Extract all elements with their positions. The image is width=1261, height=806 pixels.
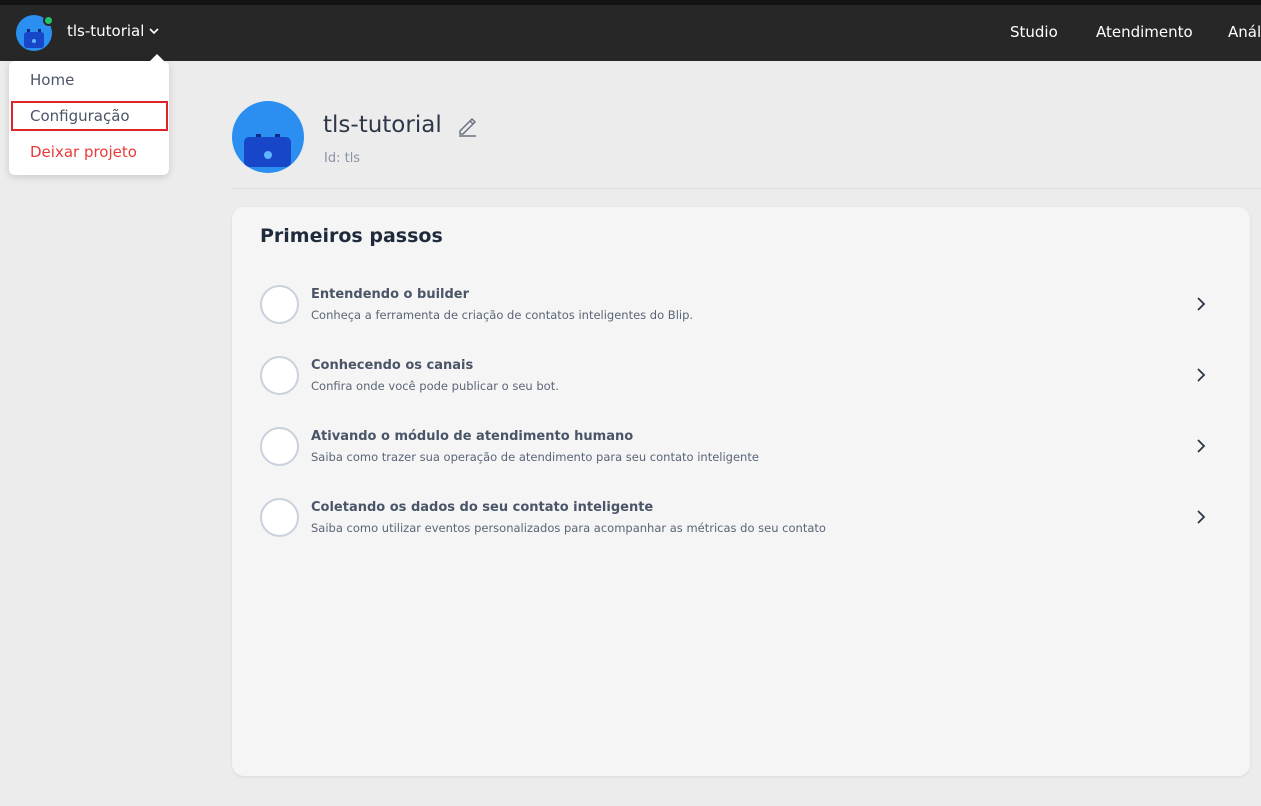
step-title: Entendendo o builder: [311, 287, 470, 302]
dropdown-caret: [149, 54, 165, 62]
step-description: Conheça a ferramenta de criação de conta…: [311, 308, 694, 322]
step-status-circle-icon: [260, 498, 299, 537]
getting-started-card: Primeiros passos Entendendo o builder Co…: [232, 207, 1250, 776]
edit-pencil-icon[interactable]: [456, 115, 478, 137]
step-description: Saiba como utilizar eventos personalizad…: [311, 521, 826, 535]
project-switcher[interactable]: tls-tutorial: [67, 22, 160, 40]
step-status-circle-icon: [260, 427, 299, 466]
step-item[interactable]: Conhecendo os canais Confira onde você p…: [232, 348, 1250, 408]
step-description: Confira onde você pode publicar o seu bo…: [311, 379, 559, 393]
nav-atendimento[interactable]: Atendimento: [1096, 23, 1193, 41]
top-navigation-bar: tls-tutorial Studio Atendimento Anál: [0, 5, 1261, 61]
nav-analytics[interactable]: Anál: [1228, 23, 1261, 41]
chevron-right-icon[interactable]: [1194, 366, 1208, 384]
online-status-icon: [43, 15, 54, 26]
step-title: Ativando o módulo de atendimento humano: [311, 429, 634, 444]
project-name-label: tls-tutorial: [67, 22, 145, 40]
step-status-circle-icon: [260, 356, 299, 395]
step-status-circle-icon: [260, 285, 299, 324]
avatar-light: [264, 151, 272, 159]
project-dropdown-menu: Home Configuração Deixar projeto: [9, 54, 169, 175]
bot-title: tls-tutorial: [323, 112, 442, 138]
step-item[interactable]: Coletando os dados do seu contato inteli…: [232, 490, 1250, 550]
chevron-right-icon[interactable]: [1194, 508, 1208, 526]
bot-id-label: Id: tls: [324, 151, 361, 166]
step-item[interactable]: Entendendo o builder Conheça a ferrament…: [232, 277, 1250, 337]
header-divider: [232, 188, 1261, 189]
step-item[interactable]: Ativando o módulo de atendimento humano …: [232, 419, 1250, 479]
step-title: Conhecendo os canais: [311, 358, 474, 373]
menu-item-configuracao[interactable]: Configuração: [30, 107, 130, 125]
chevron-down-icon: [149, 28, 159, 35]
bot-avatar-icon: [232, 101, 304, 173]
step-title: Coletando os dados do seu contato inteli…: [311, 500, 654, 515]
menu-item-home[interactable]: Home: [30, 71, 74, 89]
menu-item-deixar-projeto[interactable]: Deixar projeto: [30, 143, 137, 161]
step-description: Saiba como trazer sua operação de atendi…: [311, 450, 759, 464]
chevron-right-icon[interactable]: [1194, 437, 1208, 455]
avatar-light: [32, 39, 36, 43]
nav-studio[interactable]: Studio: [1010, 23, 1058, 41]
card-title: Primeiros passos: [260, 225, 443, 247]
chevron-right-icon[interactable]: [1194, 295, 1208, 313]
